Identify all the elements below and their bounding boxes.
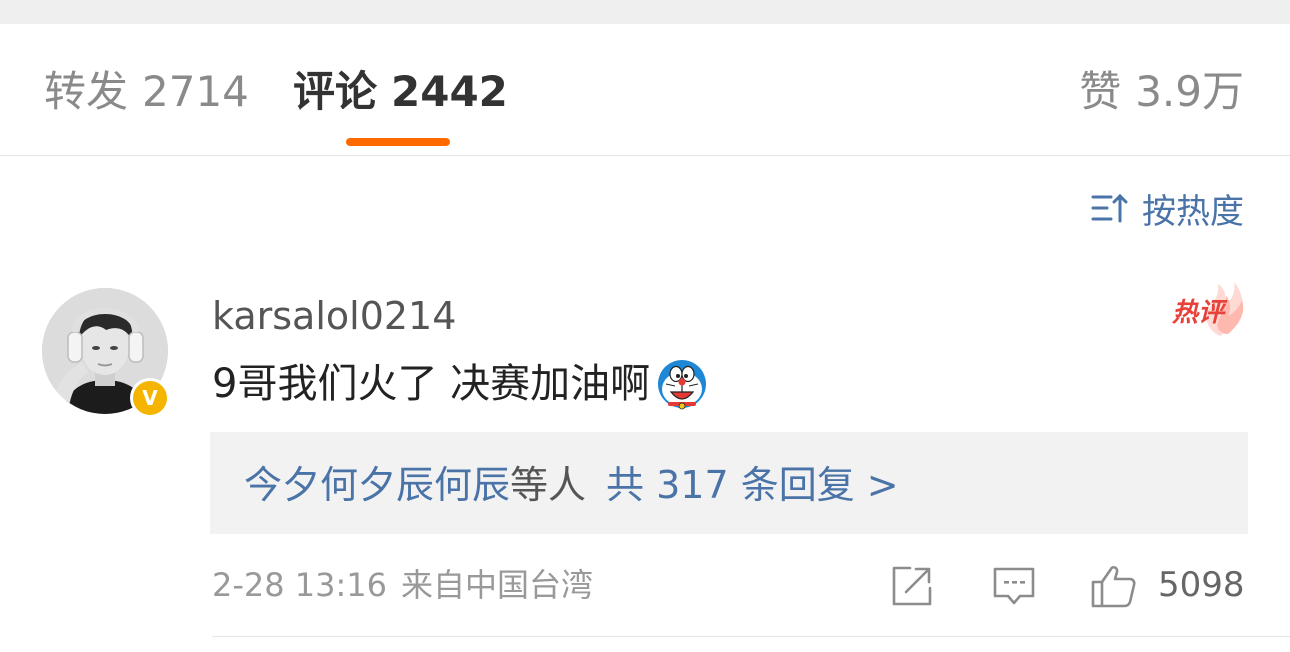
tab-comments-count: 2442	[391, 67, 508, 116]
replies-preview[interactable]: 今夕何夕辰何辰等人共 317 条回复 >	[210, 432, 1248, 534]
comment-time: 2-28 13:16	[212, 566, 388, 604]
sort-icon	[1091, 193, 1128, 223]
reply-users-suffix: 等人	[510, 463, 587, 507]
doraemon-emoji-icon	[658, 360, 707, 410]
comment-text-content: 9哥我们火了 决赛加油啊	[212, 361, 651, 407]
comment-location: 来自中国台湾	[401, 566, 594, 604]
reply-total-link[interactable]: 共 317 条回复 >	[606, 463, 899, 507]
hot-comment-label: 热评	[1172, 298, 1225, 328]
replies-summary[interactable]: 今夕何夕辰何辰等人共 317 条回复 >	[244, 462, 899, 508]
tab-repost-label: 转发	[44, 67, 129, 116]
tab-repost[interactable]: 转发 2714	[44, 66, 249, 118]
share-icon[interactable]	[888, 562, 936, 610]
tab-likes-count: 3.9万	[1135, 67, 1244, 116]
comment-text: 9哥我们火了 决赛加油啊	[212, 358, 708, 410]
active-tab-indicator	[346, 138, 450, 146]
sort-label: 按热度	[1142, 191, 1244, 232]
tab-likes[interactable]: 赞 3.9万	[1079, 66, 1244, 118]
verified-badge-icon: V	[130, 378, 170, 418]
tab-bar: 转发 2714 评论 2442 赞 3.9万	[0, 24, 1290, 156]
comment-meta: 2-28 13:16 来自中国台湾	[212, 564, 593, 606]
comment-icon[interactable]	[990, 562, 1038, 610]
thumbs-up-icon[interactable]	[1090, 562, 1138, 610]
tab-comments-label: 评论	[293, 67, 378, 116]
reply-user-names[interactable]: 今夕何夕辰何辰	[244, 463, 510, 507]
top-strip	[0, 0, 1290, 24]
comment-divider	[212, 636, 1290, 637]
comment-username[interactable]: karsalol0214	[212, 292, 456, 340]
hot-comment-badge: 热评	[1168, 280, 1250, 338]
tab-comments[interactable]: 评论 2442	[293, 66, 508, 118]
like-count: 5098	[1158, 565, 1245, 605]
tab-likes-label: 赞	[1079, 67, 1122, 116]
tab-repost-count: 2714	[142, 67, 249, 116]
sort-by-hot-button[interactable]: 按热度	[1090, 186, 1244, 232]
